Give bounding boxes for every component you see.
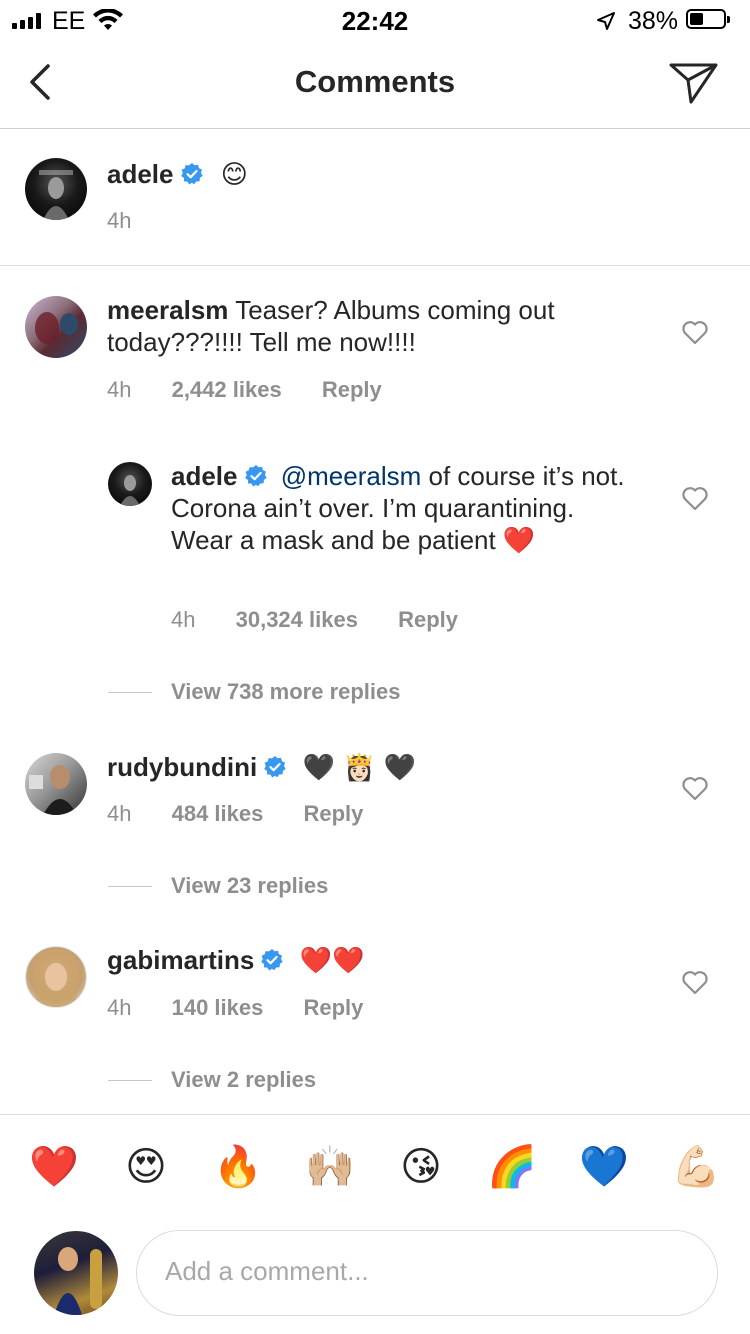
view-replies-line xyxy=(108,886,152,887)
comment-text-block: gabimartins ❤️❤️ xyxy=(107,944,627,977)
comment-likes[interactable]: 2,442 likes xyxy=(172,377,282,402)
comment-input[interactable] xyxy=(163,1255,687,1288)
reply-button[interactable]: Reply xyxy=(322,377,382,402)
verified-badge-icon xyxy=(244,465,267,487)
nav-bar: Comments xyxy=(0,40,750,129)
reply-button[interactable]: Reply xyxy=(303,995,363,1020)
caption-meta: 4h xyxy=(107,208,131,234)
caption-divider xyxy=(0,265,750,266)
caption-time: 4h xyxy=(107,208,132,233)
reaction-blue-heart[interactable]: 💙 xyxy=(574,1143,634,1191)
page-title: Comments xyxy=(294,64,456,99)
caption-line: adele 😊 xyxy=(107,158,248,191)
comment-time: 4h xyxy=(107,995,132,1020)
reaction-raised-hands[interactable]: 🙌🏼 xyxy=(300,1143,360,1191)
like-heart-icon[interactable] xyxy=(681,485,709,511)
reaction-fire[interactable]: 🔥 xyxy=(208,1143,268,1191)
current-user-avatar[interactable] xyxy=(34,1231,118,1315)
mention-link[interactable]: @meeralsm xyxy=(281,461,422,491)
verified-badge-icon xyxy=(180,163,203,185)
view-more-replies-button[interactable]: View 738 more replies xyxy=(171,679,401,705)
reply-time: 4h xyxy=(171,607,196,632)
like-heart-icon[interactable] xyxy=(681,775,709,801)
like-heart-icon[interactable] xyxy=(681,319,709,345)
avatar-adele[interactable] xyxy=(25,158,87,220)
view-replies-line xyxy=(108,692,152,693)
caption-text: 😊 xyxy=(220,160,248,190)
verified-badge-icon xyxy=(261,949,284,971)
comment-meta: 4h 140 likes Reply xyxy=(107,995,363,1021)
send-direct-icon[interactable] xyxy=(668,60,720,106)
avatar-meeralsm[interactable] xyxy=(25,296,87,358)
reaction-flexed-biceps[interactable]: 💪🏻 xyxy=(666,1143,726,1191)
reply-button[interactable]: Reply xyxy=(398,607,458,632)
comment-meta: 4h 2,442 likes Reply xyxy=(107,377,382,403)
reaction-kiss[interactable]: 😘 xyxy=(391,1143,451,1191)
like-heart-icon[interactable] xyxy=(681,969,709,995)
reply-text-block: adele @meeralsm of course it’s not. Coro… xyxy=(171,460,631,556)
comment-meta: 4h 484 likes Reply xyxy=(107,801,363,827)
comment-body: 🖤 👸🏻 🖤 xyxy=(302,753,417,783)
comment-time: 4h xyxy=(107,801,132,826)
comment-username[interactable]: meeralsm xyxy=(107,295,228,325)
reply-button[interactable]: Reply xyxy=(303,801,363,826)
reaction-heart-eyes[interactable]: 😍 xyxy=(116,1143,176,1191)
verified-badge-icon xyxy=(264,756,286,778)
battery-percent: 38% xyxy=(628,7,679,35)
comment-username[interactable]: rudybundini xyxy=(107,752,257,782)
view-replies-line xyxy=(108,1080,152,1081)
comment-text-block: rudybundini 🖤 👸🏻 🖤 xyxy=(107,751,627,784)
view-replies-button[interactable]: View 23 replies xyxy=(171,873,328,899)
comment-text-block: meeralsm Teaser? Albums coming out today… xyxy=(107,294,627,358)
battery-icon xyxy=(686,9,730,29)
avatar-gabimartins[interactable] xyxy=(25,946,87,1008)
comment-likes[interactable]: 484 likes xyxy=(172,801,264,826)
avatar-rudybundini[interactable] xyxy=(25,753,87,815)
comment-input-wrapper[interactable] xyxy=(136,1230,718,1316)
location-arrow-icon xyxy=(597,12,615,30)
status-bar: EE 22:42 38% xyxy=(0,0,750,40)
comment-body: ❤️❤️ xyxy=(299,946,365,976)
comment-likes[interactable]: 140 likes xyxy=(172,995,264,1020)
reaction-heart[interactable]: ❤️ xyxy=(24,1143,84,1191)
view-replies-button[interactable]: View 2 replies xyxy=(171,1067,316,1093)
caption-username[interactable]: adele xyxy=(107,159,174,189)
comment-username[interactable]: gabimartins xyxy=(107,945,254,975)
avatar-adele-reply[interactable] xyxy=(108,462,152,506)
reply-username[interactable]: adele xyxy=(171,461,238,491)
reaction-rainbow[interactable]: 🌈 xyxy=(482,1143,542,1191)
composer-divider xyxy=(0,1114,750,1115)
reply-likes[interactable]: 30,324 likes xyxy=(236,607,358,632)
comment-time: 4h xyxy=(107,377,132,402)
reply-meta: 4h 30,324 likes Reply xyxy=(171,607,458,633)
